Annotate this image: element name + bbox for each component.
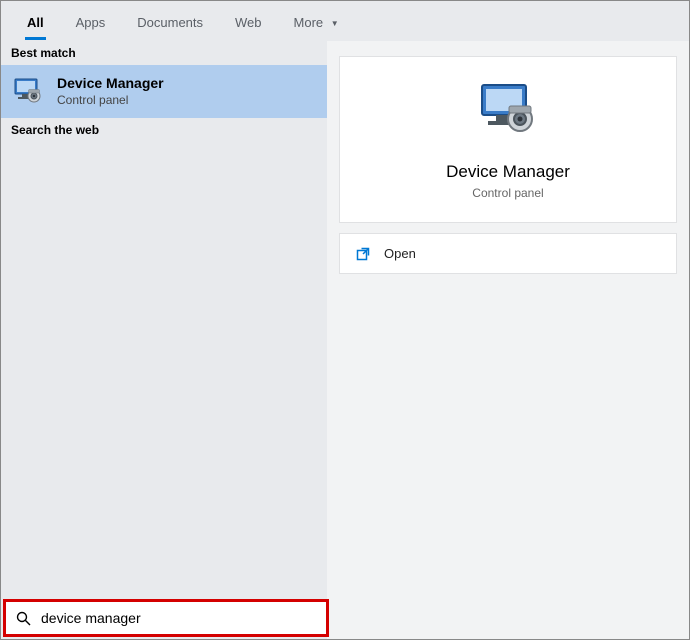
preview-subtitle: Control panel (472, 186, 543, 200)
tab-apps[interactable]: Apps (60, 7, 122, 36)
tab-label: Documents (137, 15, 203, 30)
open-icon (356, 247, 370, 261)
preview-title: Device Manager (446, 162, 570, 182)
device-manager-icon (13, 78, 43, 104)
chevron-down-icon: ▼ (331, 19, 339, 28)
main-content: Best match Device Manager (1, 41, 689, 639)
tab-web[interactable]: Web (219, 7, 278, 36)
result-device-manager[interactable]: Device Manager Control panel (1, 65, 327, 118)
preview-card: Device Manager Control panel (339, 56, 677, 223)
tab-label: All (27, 15, 44, 30)
search-category-tabs: All Apps Documents Web More ▼ (1, 1, 689, 41)
result-title: Device Manager (57, 75, 164, 93)
tab-all[interactable]: All (11, 7, 60, 36)
results-panel: Best match Device Manager (1, 41, 327, 639)
search-input[interactable] (41, 610, 316, 626)
section-heading-best-match: Best match (1, 41, 327, 65)
preview-actions: Open (339, 233, 677, 274)
action-open[interactable]: Open (356, 246, 660, 261)
search-bar[interactable] (3, 599, 329, 637)
tab-label: Web (235, 15, 262, 30)
action-label: Open (384, 246, 416, 261)
section-heading-search-web: Search the web (1, 118, 327, 142)
preview-panel: Device Manager Control panel Open (327, 41, 689, 639)
result-text: Device Manager Control panel (57, 75, 164, 108)
tab-more[interactable]: More ▼ (278, 7, 355, 36)
search-icon (16, 611, 31, 626)
tab-label: Apps (76, 15, 106, 30)
tab-label: More (294, 15, 324, 30)
result-subtitle: Control panel (57, 93, 164, 108)
device-manager-icon (478, 83, 538, 138)
tab-documents[interactable]: Documents (121, 7, 219, 36)
